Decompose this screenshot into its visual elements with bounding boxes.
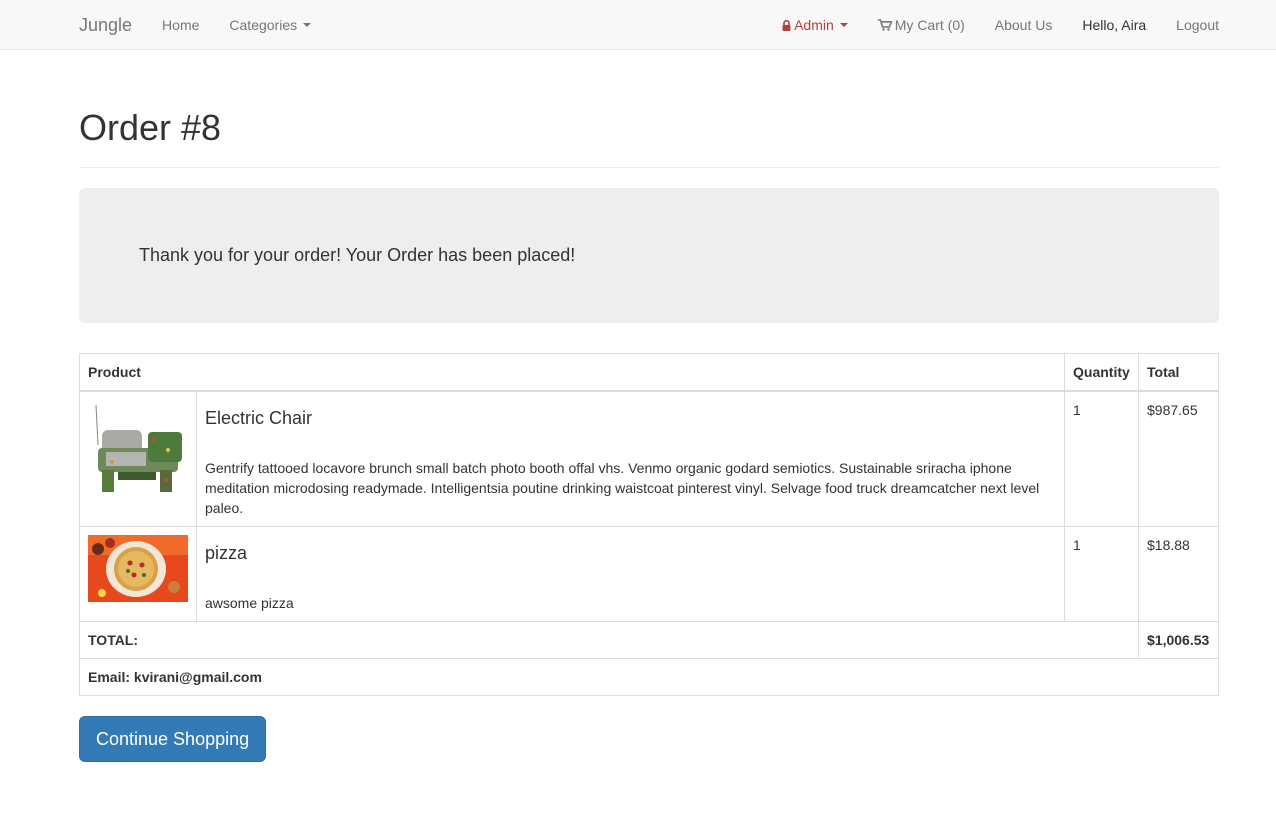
header-product: Product — [79, 353, 1065, 392]
nav-admin-label: Admin — [794, 17, 834, 33]
main-container: Order #8 Thank you for your order! Your … — [79, 50, 1219, 762]
nav-categories-dropdown[interactable]: Categories — [229, 17, 312, 33]
nav-home-link[interactable]: Home — [162, 17, 199, 33]
navbar-right: Admin My Cart (0) About Us Hello, Aira L… — [782, 17, 1219, 33]
total-value: $1,006.53 — [1138, 621, 1219, 659]
product-description: Gentrify tattooed locavore brunch small … — [205, 460, 1040, 516]
nav-logout-link[interactable]: Logout — [1176, 17, 1219, 33]
product-total: $18.88 — [1138, 526, 1219, 622]
pizza-image — [88, 535, 188, 602]
page-header: Order #8 — [79, 108, 1219, 168]
order-confirmation-message: Thank you for your order! Your Order has… — [139, 245, 576, 265]
product-total: $987.65 — [1138, 390, 1219, 527]
navbar-inner: Jungle Home Categories Admin My Cart (0)… — [79, 0, 1219, 50]
brand-link[interactable]: Jungle — [79, 15, 132, 36]
continue-shopping-button[interactable]: Continue Shopping — [79, 716, 267, 762]
header-total: Total — [1138, 353, 1219, 392]
electric-chair-image — [88, 400, 188, 500]
lock-icon — [782, 19, 791, 31]
top-navbar: Jungle Home Categories Admin My Cart (0)… — [0, 0, 1276, 50]
product-description: awsome pizza — [205, 595, 294, 611]
nav-cart-link[interactable]: My Cart (0) — [877, 17, 965, 33]
header-quantity: Quantity — [1064, 353, 1139, 392]
product-quantity: 1 — [1064, 390, 1139, 527]
order-table: Product Quantity Total Electric Chair Ge… — [79, 353, 1219, 696]
nav-about-link[interactable]: About Us — [995, 17, 1053, 33]
navbar-left: Jungle Home Categories — [79, 15, 341, 36]
product-quantity: 1 — [1064, 526, 1139, 622]
product-details-cell: pizza awsome pizza — [196, 526, 1065, 622]
nav-admin-dropdown[interactable]: Admin — [782, 17, 848, 33]
order-confirmation-panel: Thank you for your order! Your Order has… — [79, 188, 1219, 323]
email-row: Email: kvirani@gmail.com — [79, 658, 1219, 696]
shopping-cart-icon — [877, 19, 892, 31]
caret-down-icon — [839, 23, 848, 27]
table-header-row: Product Quantity Total — [79, 353, 1219, 392]
caret-down-icon — [303, 23, 312, 27]
table-row: Electric Chair Gentrify tattooed locavor… — [79, 390, 1219, 527]
nav-cart-label: My Cart (0) — [894, 17, 965, 33]
total-label: TOTAL: — [79, 621, 1139, 659]
product-name: Electric Chair — [205, 408, 313, 428]
nav-categories-label: Categories — [229, 17, 298, 33]
page-title: Order #8 — [79, 107, 222, 148]
product-image-cell — [79, 526, 197, 622]
product-details-cell: Electric Chair Gentrify tattooed locavor… — [196, 390, 1065, 527]
nav-user-greeting[interactable]: Hello, Aira — [1082, 17, 1146, 33]
table-row: pizza awsome pizza 1 $18.88 — [79, 526, 1219, 622]
order-email: Email: kvirani@gmail.com — [79, 658, 1219, 696]
product-name: pizza — [205, 543, 248, 563]
total-row: TOTAL: $1,006.53 — [79, 621, 1219, 659]
product-image-cell — [79, 390, 197, 527]
